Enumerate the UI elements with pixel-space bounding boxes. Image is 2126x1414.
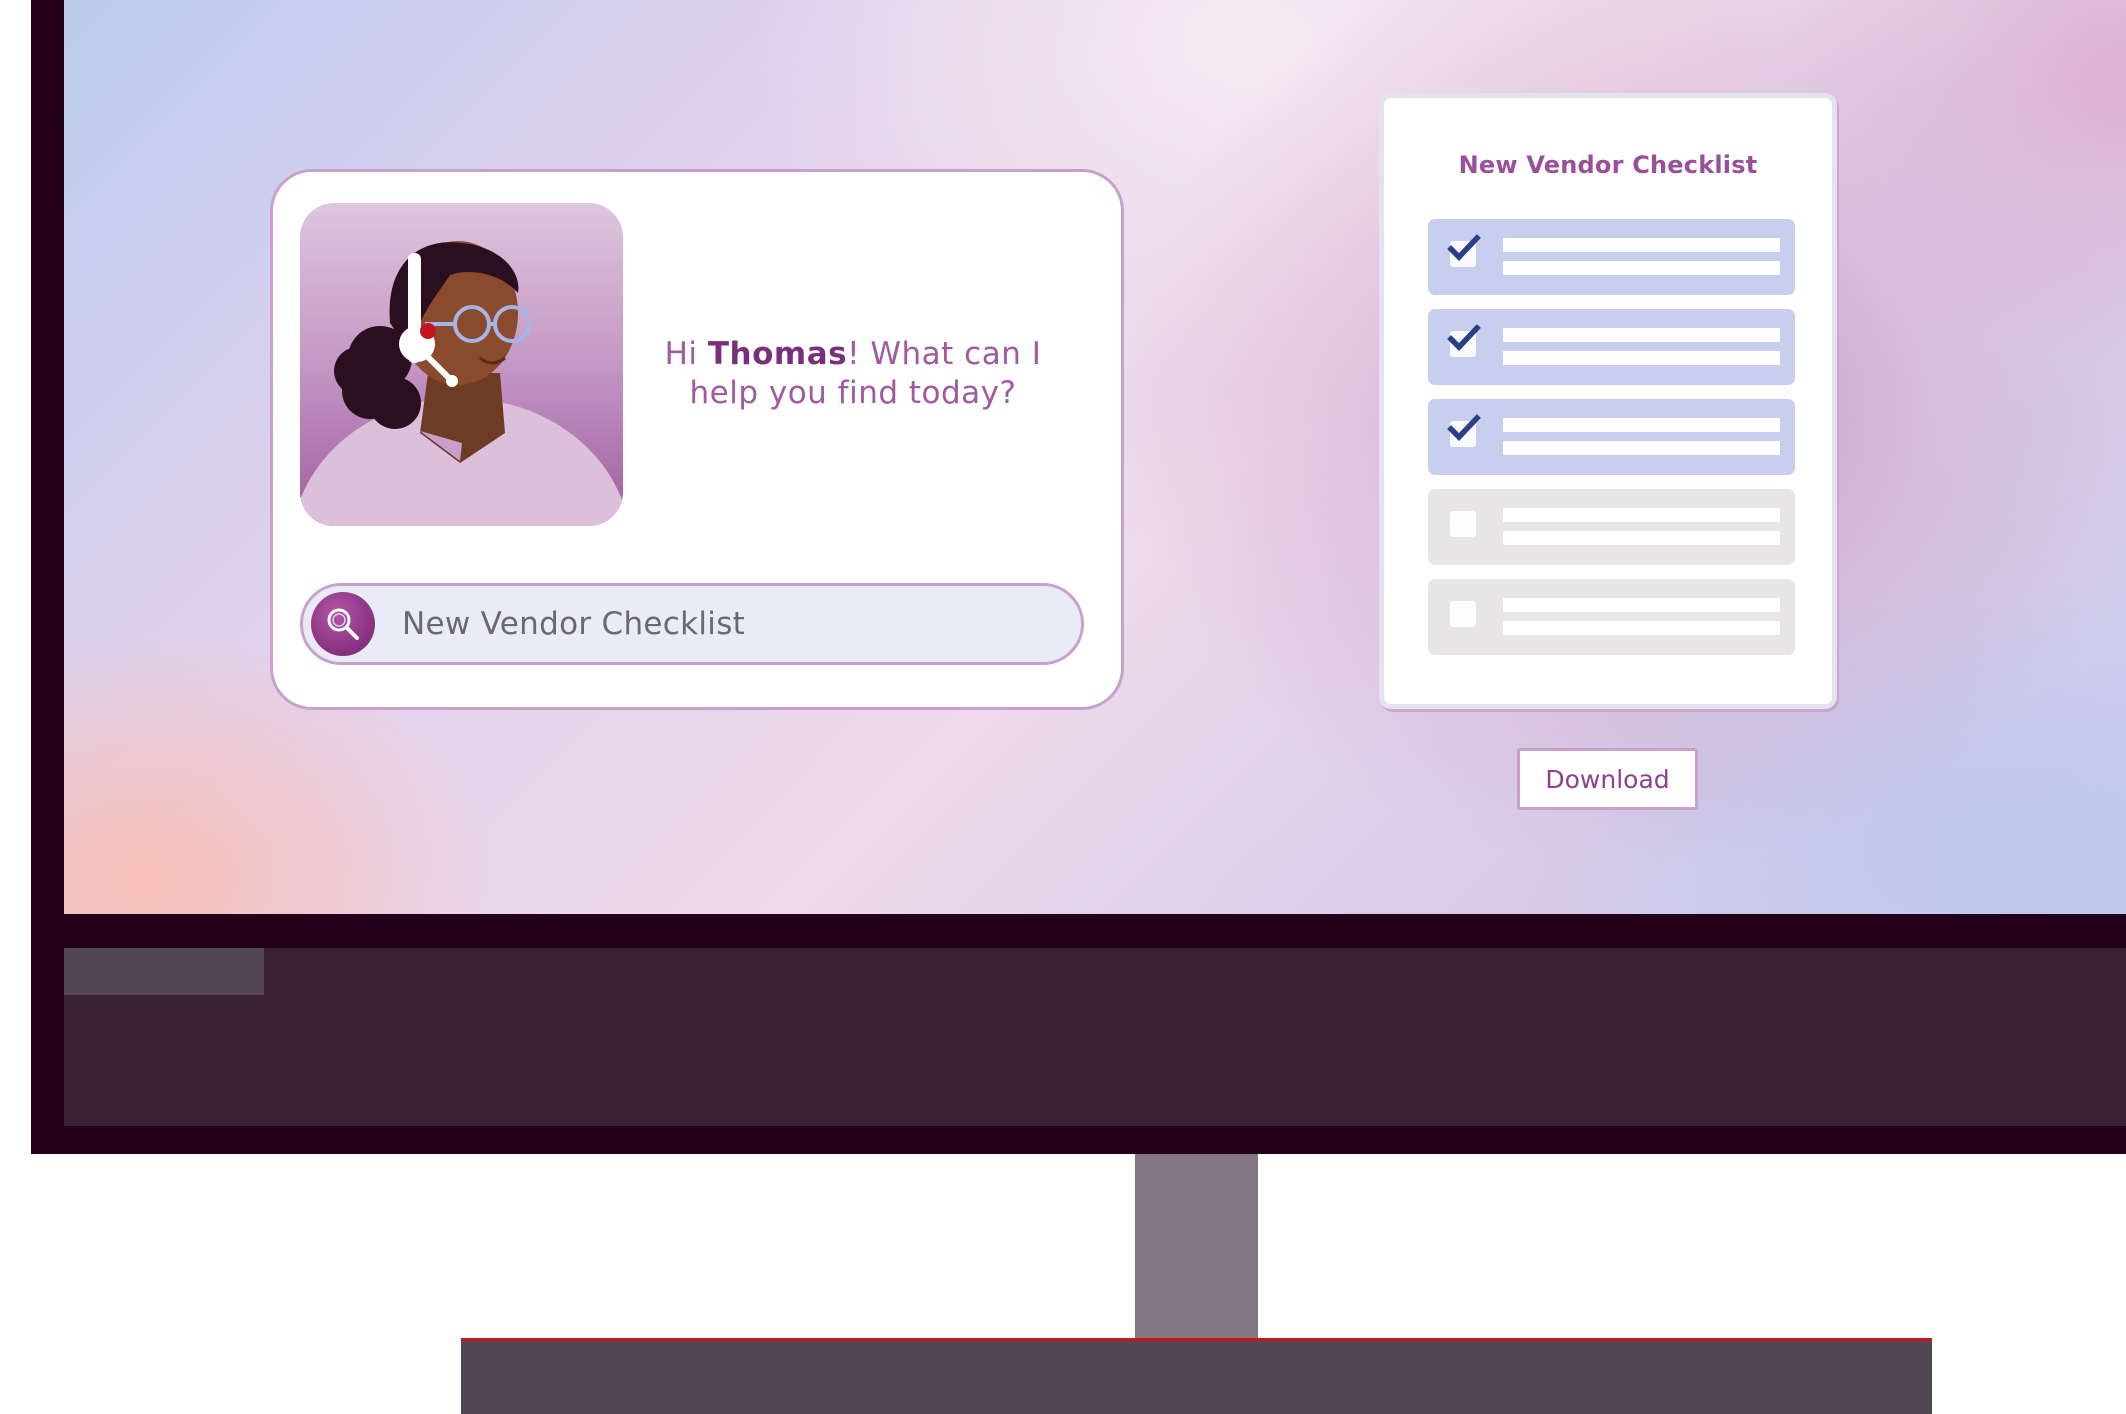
text-line-placeholder bbox=[1503, 598, 1780, 612]
search-input[interactable] bbox=[402, 586, 1062, 662]
checkbox[interactable] bbox=[1450, 511, 1476, 537]
checklist-item[interactable] bbox=[1428, 399, 1795, 475]
checkbox[interactable] bbox=[1450, 601, 1476, 627]
checklist-item[interactable] bbox=[1428, 309, 1795, 385]
text-line-placeholder bbox=[1503, 261, 1780, 275]
checkmark-icon bbox=[1447, 414, 1481, 441]
text-line-placeholder bbox=[1503, 508, 1780, 522]
checkmark-icon bbox=[1447, 324, 1481, 351]
text-line-placeholder bbox=[1503, 238, 1780, 252]
text-line-placeholder bbox=[1503, 621, 1780, 635]
text-line-placeholder bbox=[1503, 328, 1780, 342]
checklist-item[interactable] bbox=[1428, 489, 1795, 565]
checklist-item[interactable] bbox=[1428, 579, 1795, 655]
checklist-document: New Vendor Checklist bbox=[1379, 93, 1837, 709]
support-agent-avatar bbox=[300, 203, 623, 526]
greeting-user-name: Thomas bbox=[707, 336, 848, 372]
search-bar[interactable] bbox=[300, 583, 1084, 665]
text-line-placeholder bbox=[1503, 531, 1780, 545]
greeting-prefix: Hi bbox=[664, 336, 708, 372]
search-icon[interactable] bbox=[311, 592, 375, 656]
checklist-title: New Vendor Checklist bbox=[1458, 151, 1758, 179]
taskbar bbox=[64, 948, 2126, 1126]
checkmark-icon bbox=[1447, 234, 1481, 261]
checklist-item[interactable] bbox=[1428, 219, 1795, 295]
monitor-stand-neck bbox=[1135, 1154, 1258, 1340]
chat-assistant-card: Hi Thomas! What can I help you find toda… bbox=[270, 169, 1124, 710]
text-line-placeholder bbox=[1503, 441, 1780, 455]
text-line-placeholder bbox=[1503, 418, 1780, 432]
monitor-stand-base bbox=[461, 1338, 1932, 1414]
download-button[interactable]: Download bbox=[1517, 748, 1698, 810]
taskbar-start-block[interactable] bbox=[64, 948, 264, 995]
text-line-placeholder bbox=[1503, 351, 1780, 365]
assistant-greeting: Hi Thomas! What can I help you find toda… bbox=[658, 335, 1048, 413]
